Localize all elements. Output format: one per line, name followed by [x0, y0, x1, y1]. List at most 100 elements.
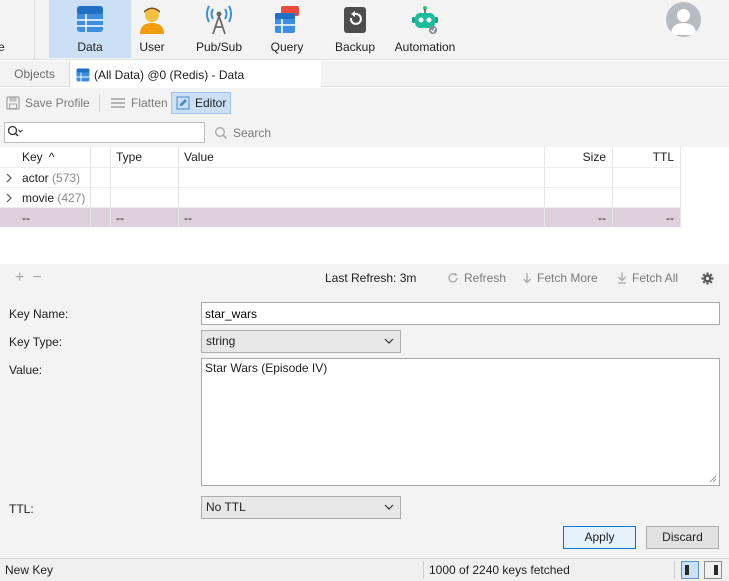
status-divider	[674, 561, 675, 579]
tab-objects[interactable]: Objects	[0, 61, 70, 87]
arrow-down-icon	[523, 273, 531, 284]
column-header-type[interactable]: Type	[111, 147, 179, 167]
search-button[interactable]: Search	[214, 126, 271, 140]
column-header-size[interactable]: Size	[545, 147, 613, 167]
row-blank-cell	[91, 208, 111, 228]
status-mode-text: New Key	[5, 563, 54, 577]
key-type-select[interactable]: string	[201, 330, 401, 353]
row-ttl-cell	[613, 168, 681, 188]
column-header-blank	[91, 147, 111, 167]
status-divider	[423, 561, 424, 579]
key-editor-form: Key Name: Key Type: string Value: Star W…	[0, 292, 729, 558]
toolbar-divider	[99, 94, 100, 112]
keys-table: Key ^ Type Value Size TTL actor (573) mov…	[0, 147, 729, 264]
row-key-count: (573)	[52, 171, 81, 185]
broadcast-tower-icon	[206, 5, 232, 35]
sort-ascending-icon: ^	[48, 150, 55, 164]
tab-data[interactable]: (All Data) @0 (Redis) - Data	[70, 61, 321, 88]
row-size-cell: --	[545, 208, 613, 228]
fetch-more-button[interactable]: Fetch More	[522, 271, 598, 285]
ttl-value: No TTL	[206, 500, 246, 514]
ttl-select[interactable]: No TTL	[201, 496, 401, 519]
search-options-icon[interactable]	[7, 125, 23, 139]
key-name-label: Key Name:	[9, 307, 69, 321]
ttl-label: TTL:	[9, 502, 34, 516]
backup-icon	[344, 7, 366, 33]
value-text: Star Wars (Episode IV)	[205, 361, 328, 375]
layout-side-panel-button[interactable]	[704, 561, 722, 579]
key-type-value: string	[206, 334, 236, 348]
row-type-cell	[111, 168, 179, 188]
robot-icon	[412, 6, 438, 34]
discard-button[interactable]: Discard	[646, 526, 719, 549]
apply-button[interactable]: Apply	[563, 526, 636, 549]
table-row[interactable]: actor (573)	[0, 167, 681, 188]
document-tabs: Objects (All Data) @0 (Redis) - Data	[0, 61, 729, 88]
row-size-cell	[545, 188, 613, 208]
refresh-button[interactable]: Refresh	[447, 271, 506, 285]
row-value-cell	[179, 168, 545, 188]
row-key-name: movie	[22, 191, 55, 205]
row-value-cell: --	[179, 208, 545, 228]
table-row-new-key[interactable]: -- -- -- -- --	[0, 207, 681, 228]
chevron-right-icon[interactable]	[5, 193, 13, 203]
edit-pencil-icon	[176, 96, 190, 110]
flatten-button[interactable]: Flatten	[110, 92, 168, 114]
gear-icon[interactable]	[701, 272, 714, 285]
value-textarea[interactable]: Star Wars (Episode IV)	[201, 358, 720, 486]
row-size-cell	[545, 168, 613, 188]
query-icon	[275, 6, 299, 33]
row-blank-cell	[91, 168, 111, 188]
column-header-value[interactable]: Value	[179, 147, 545, 167]
resize-grip-icon[interactable]	[709, 475, 717, 483]
column-header-key[interactable]: Key ^	[0, 147, 91, 167]
key-type-label: Key Type:	[9, 335, 63, 349]
refresh-label: Refresh	[464, 271, 507, 285]
download-icon	[618, 272, 626, 284]
chevron-down-icon	[384, 338, 394, 344]
toolbar-automation-label: Automation	[394, 40, 456, 54]
editor-label: Editor	[195, 96, 227, 110]
fetch-more-label: Fetch More	[537, 271, 598, 285]
main-toolbar: e Data User Pub/Sub Query Backup Automat…	[0, 0, 729, 60]
add-remove-controls: +−	[15, 269, 50, 287]
fetch-all-label: Fetch All	[632, 271, 679, 285]
save-icon	[6, 96, 20, 110]
toolbar-divider	[34, 0, 35, 60]
row-key-count: (427)	[57, 191, 86, 205]
last-refresh-text: Last Refresh: 3m	[325, 271, 417, 285]
row-type-cell: --	[111, 208, 179, 228]
layout-side-icon	[714, 565, 718, 575]
status-fetched-text: 1000 of 2240 keys fetched	[429, 563, 570, 577]
value-label: Value:	[9, 363, 43, 377]
row-key-cell: movie (427)	[0, 188, 91, 208]
avatar-person-icon	[671, 9, 696, 35]
search-button-label: Search	[233, 126, 272, 140]
layout-bottom-panel-button[interactable]	[681, 561, 699, 579]
editor-toolbar: Save Profile Flatten Editor	[0, 88, 729, 118]
flatten-icon	[111, 98, 125, 108]
user-icon	[140, 7, 164, 34]
editor-button[interactable]: Editor	[171, 92, 232, 114]
avatar[interactable]	[666, 2, 701, 37]
chevron-right-icon[interactable]	[5, 173, 13, 183]
column-header-ttl[interactable]: TTL	[613, 147, 681, 167]
save-profile-label: Save Profile	[25, 96, 90, 110]
save-profile-button[interactable]: Save Profile	[6, 92, 90, 114]
search-bar: Search	[0, 118, 729, 147]
row-blank-cell	[91, 188, 111, 208]
key-name-input[interactable]	[201, 302, 720, 325]
table-footer: +− Last Refresh: 3m Refresh Fetch More F…	[0, 264, 729, 292]
data-grid-icon	[77, 6, 103, 32]
fetch-all-button[interactable]: Fetch All	[617, 271, 678, 285]
remove-key-icon[interactable]: −	[32, 269, 49, 286]
status-bar: New Key 1000 of 2240 keys fetched	[0, 558, 729, 581]
search-icon	[215, 127, 228, 140]
search-input[interactable]	[4, 122, 205, 143]
toolbar-automation-button[interactable]: Automation	[384, 0, 466, 58]
data-grid-icon	[76, 68, 90, 81]
add-key-icon[interactable]: +	[15, 269, 32, 286]
table-row[interactable]: movie (427)	[0, 187, 681, 208]
toolbar-edge-label: e	[0, 40, 5, 54]
row-key-cell: --	[0, 208, 91, 228]
